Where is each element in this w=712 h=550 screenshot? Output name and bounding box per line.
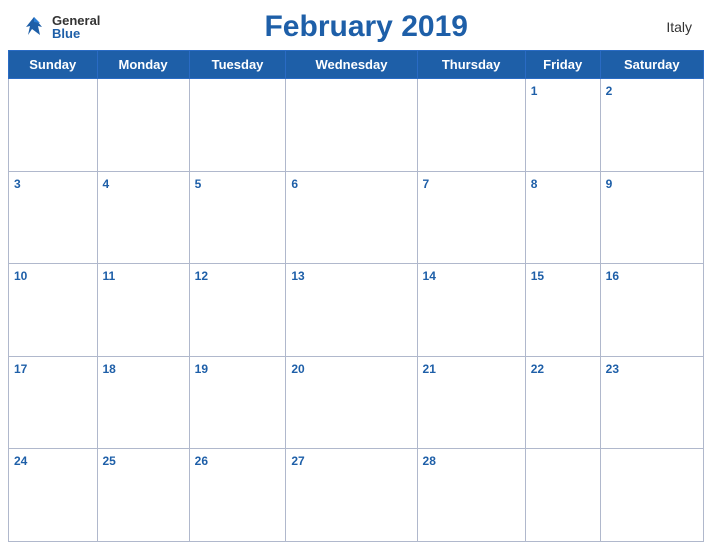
date-cell-6: 6 xyxy=(286,171,417,264)
date-cell-10: 10 xyxy=(9,264,98,357)
date-cell-25: 25 xyxy=(97,449,189,542)
day-header-row: Sunday Monday Tuesday Wednesday Thursday… xyxy=(9,51,704,79)
date-cell-24: 24 xyxy=(9,449,98,542)
date-cell-1: 1 xyxy=(525,79,600,172)
empty-cell-w0d1 xyxy=(97,79,189,172)
date-number-27: 27 xyxy=(291,454,304,468)
calendar-title: February 2019 xyxy=(100,10,632,44)
logo: General Blue xyxy=(20,13,100,41)
week-row-5: 24 25 26 27 28 xyxy=(9,449,704,542)
date-number-13: 13 xyxy=(291,269,304,283)
date-cell-22: 22 xyxy=(525,356,600,449)
date-number-5: 5 xyxy=(195,177,202,191)
date-cell-7: 7 xyxy=(417,171,525,264)
date-number-15: 15 xyxy=(531,269,544,283)
date-cell-26: 26 xyxy=(189,449,286,542)
empty-cell-w4d5 xyxy=(525,449,600,542)
date-number-17: 17 xyxy=(14,362,27,376)
header-monday: Monday xyxy=(97,51,189,79)
date-number-10: 10 xyxy=(14,269,27,283)
calendar-body: Sunday Monday Tuesday Wednesday Thursday… xyxy=(0,50,712,550)
date-cell-11: 11 xyxy=(97,264,189,357)
date-cell-18: 18 xyxy=(97,356,189,449)
logo-blue-text: Blue xyxy=(52,27,100,40)
date-cell-20: 20 xyxy=(286,356,417,449)
header-friday: Friday xyxy=(525,51,600,79)
date-number-19: 19 xyxy=(195,362,208,376)
week-row-2: 3 4 5 6 7 8 9 xyxy=(9,171,704,264)
date-cell-9: 9 xyxy=(600,171,703,264)
date-number-2: 2 xyxy=(606,84,613,98)
empty-cell-w4d6 xyxy=(600,449,703,542)
date-number-9: 9 xyxy=(606,177,613,191)
date-cell-13: 13 xyxy=(286,264,417,357)
empty-cell-w0d4 xyxy=(417,79,525,172)
week-row-3: 10 11 12 13 14 15 16 xyxy=(9,264,704,357)
empty-cell-w0d2 xyxy=(189,79,286,172)
date-number-22: 22 xyxy=(531,362,544,376)
date-cell-8: 8 xyxy=(525,171,600,264)
date-number-26: 26 xyxy=(195,454,208,468)
calendar-header: General Blue February 2019 Italy xyxy=(0,0,712,50)
date-number-6: 6 xyxy=(291,177,298,191)
date-number-7: 7 xyxy=(423,177,430,191)
week-row-1: 12 xyxy=(9,79,704,172)
date-cell-15: 15 xyxy=(525,264,600,357)
date-number-28: 28 xyxy=(423,454,436,468)
date-cell-4: 4 xyxy=(97,171,189,264)
date-cell-27: 27 xyxy=(286,449,417,542)
calendar-table: Sunday Monday Tuesday Wednesday Thursday… xyxy=(8,50,704,542)
header-sunday: Sunday xyxy=(9,51,98,79)
date-cell-12: 12 xyxy=(189,264,286,357)
logo-bird-icon xyxy=(20,13,48,41)
header-saturday: Saturday xyxy=(600,51,703,79)
date-cell-5: 5 xyxy=(189,171,286,264)
date-cell-19: 19 xyxy=(189,356,286,449)
date-number-21: 21 xyxy=(423,362,436,376)
date-cell-28: 28 xyxy=(417,449,525,542)
date-number-3: 3 xyxy=(14,177,21,191)
date-cell-3: 3 xyxy=(9,171,98,264)
date-number-14: 14 xyxy=(423,269,436,283)
date-cell-16: 16 xyxy=(600,264,703,357)
date-cell-14: 14 xyxy=(417,264,525,357)
date-number-18: 18 xyxy=(103,362,116,376)
empty-cell-w0d3 xyxy=(286,79,417,172)
date-number-23: 23 xyxy=(606,362,619,376)
date-number-20: 20 xyxy=(291,362,304,376)
week-row-4: 17 18 19 20 21 22 23 xyxy=(9,356,704,449)
date-cell-2: 2 xyxy=(600,79,703,172)
empty-cell-w0d0 xyxy=(9,79,98,172)
header-wednesday: Wednesday xyxy=(286,51,417,79)
date-cell-23: 23 xyxy=(600,356,703,449)
date-cell-21: 21 xyxy=(417,356,525,449)
date-number-24: 24 xyxy=(14,454,27,468)
country-label: Italy xyxy=(632,19,692,35)
date-number-8: 8 xyxy=(531,177,538,191)
date-number-1: 1 xyxy=(531,84,538,98)
date-cell-17: 17 xyxy=(9,356,98,449)
date-number-4: 4 xyxy=(103,177,110,191)
date-number-16: 16 xyxy=(606,269,619,283)
date-number-25: 25 xyxy=(103,454,116,468)
header-thursday: Thursday xyxy=(417,51,525,79)
date-number-11: 11 xyxy=(103,269,116,283)
header-tuesday: Tuesday xyxy=(189,51,286,79)
date-number-12: 12 xyxy=(195,269,208,283)
